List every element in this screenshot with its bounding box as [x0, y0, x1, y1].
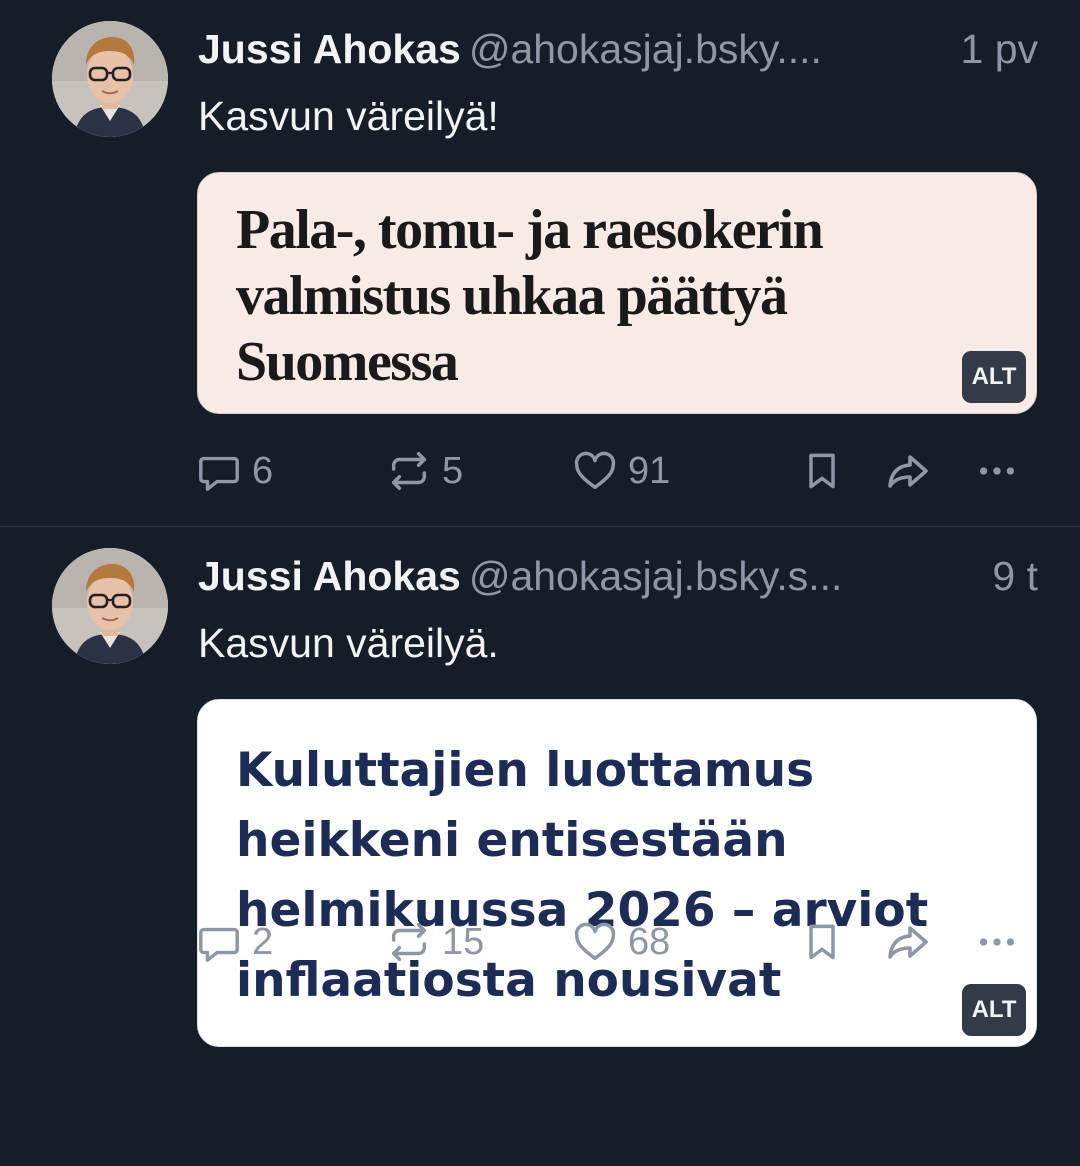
- bookmark-button[interactable]: [800, 917, 844, 967]
- post-header: Jussi Ahokas @ahokasjaj.bsky.... 1 pv: [198, 24, 1038, 74]
- like-icon: [574, 922, 616, 961]
- embed-headline: Pala-, tomu- ja raesokerin valmistus uhk…: [236, 197, 936, 395]
- feed: Jussi Ahokas @ahokasjaj.bsky.... 1 pv Kas…: [0, 0, 1080, 1166]
- post-header: Jussi Ahokas @ahokasjaj.bsky.s... 9 t: [198, 551, 1038, 601]
- share-button[interactable]: [884, 917, 932, 967]
- reply-button[interactable]: 2: [196, 917, 273, 967]
- repost-count: 15: [442, 920, 485, 963]
- embed-headline: Kuluttajien luottamus heikkeni entisestä…: [236, 736, 956, 1016]
- headline-line: heikkeni entisestään: [236, 813, 788, 868]
- share-button[interactable]: [884, 446, 932, 496]
- bookmark-button[interactable]: [800, 446, 844, 496]
- like-count: 91: [628, 449, 671, 492]
- avatar[interactable]: [52, 21, 168, 137]
- post-text: Kasvun väreilyä.: [198, 620, 499, 666]
- alt-badge[interactable]: ALT: [962, 351, 1026, 403]
- more-button[interactable]: [974, 446, 1020, 496]
- post-time[interactable]: 9 t: [992, 551, 1038, 601]
- post[interactable]: Jussi Ahokas @ahokasjaj.bsky.... 1 pv Kas…: [0, 0, 1080, 527]
- reply-count: 2: [252, 920, 274, 963]
- bookmark-icon: [809, 453, 835, 489]
- reply-icon: [199, 927, 239, 962]
- avatar[interactable]: [52, 548, 168, 664]
- reply-icon: [199, 456, 239, 491]
- like-button[interactable]: 68: [572, 917, 670, 967]
- share-icon: [888, 455, 928, 488]
- image-embed[interactable]: Pala-, tomu- ja raesokerin valmistus uhk…: [197, 172, 1037, 414]
- repost-icon: [391, 452, 427, 490]
- alt-badge[interactable]: ALT: [962, 984, 1026, 1036]
- post[interactable]: Jussi Ahokas @ahokasjaj.bsky.s... 9 t Kas…: [0, 527, 1080, 1166]
- post-actions: 6 5 91: [196, 446, 1036, 496]
- reply-button[interactable]: 6: [196, 446, 273, 496]
- more-icon: [979, 938, 1015, 946]
- post-time[interactable]: 1 pv: [961, 24, 1039, 74]
- headline-line: Pala-, tomu- ja raesokerin: [236, 199, 824, 261]
- headline-line: Kuluttajien luottamus: [236, 743, 815, 798]
- like-count: 68: [628, 920, 671, 963]
- bookmark-icon: [809, 924, 835, 960]
- post-text: Kasvun väreilyä!: [198, 93, 499, 139]
- repost-button[interactable]: 15: [386, 917, 484, 967]
- like-button[interactable]: 91: [572, 446, 670, 496]
- author-name[interactable]: Jussi Ahokas: [198, 553, 461, 599]
- headline-line: valmistus uhkaa päättyä: [236, 265, 788, 327]
- author-name[interactable]: Jussi Ahokas: [198, 26, 461, 72]
- repost-button[interactable]: 5: [386, 446, 463, 496]
- repost-icon: [391, 923, 427, 961]
- reply-count: 6: [252, 449, 274, 492]
- headline-line: Suomessa: [236, 331, 459, 393]
- author-handle[interactable]: @ahokasjaj.bsky....: [469, 26, 822, 72]
- like-icon: [574, 451, 616, 490]
- image-embed[interactable]: Kuluttajien luottamus heikkeni entisestä…: [197, 699, 1037, 1047]
- author-handle[interactable]: @ahokasjaj.bsky.s...: [469, 553, 843, 599]
- more-button[interactable]: [974, 917, 1020, 967]
- share-icon: [888, 926, 928, 959]
- more-icon: [979, 467, 1015, 475]
- post-actions: 2 15 68: [196, 917, 1036, 967]
- repost-count: 5: [442, 449, 464, 492]
